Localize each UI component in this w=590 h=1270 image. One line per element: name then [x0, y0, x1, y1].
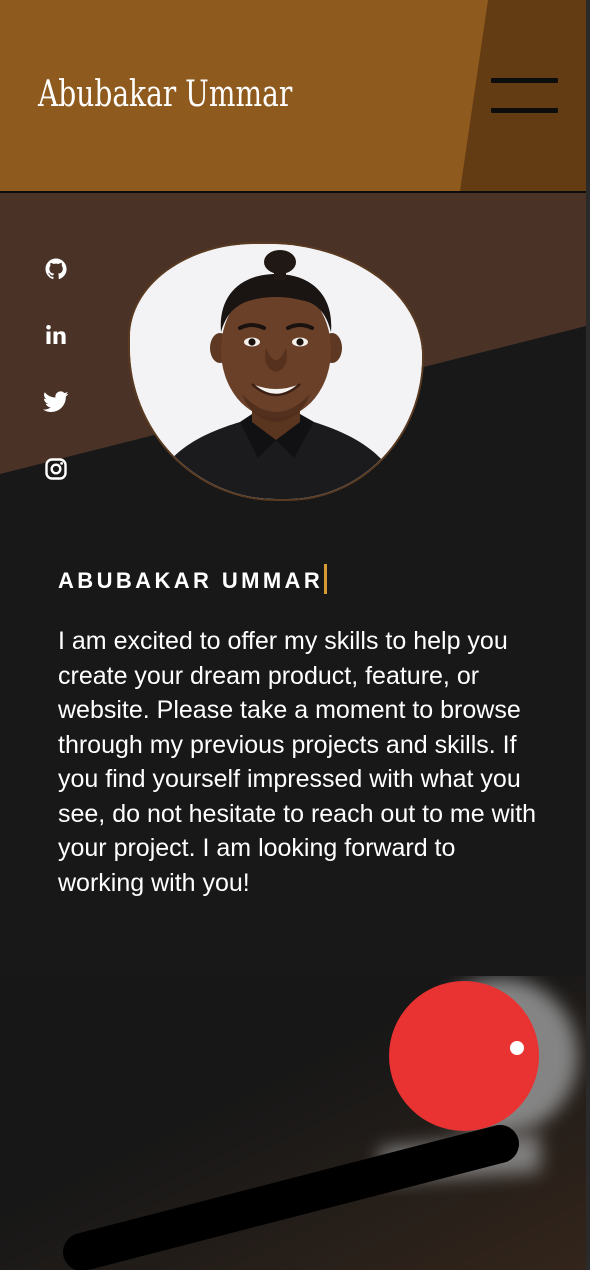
- typing-cursor: [324, 564, 328, 594]
- decorative-scene: [0, 976, 590, 1270]
- profile-name-text: ABUBAKAR UMMAR: [58, 568, 324, 593]
- hamburger-menu-icon[interactable]: [491, 78, 559, 118]
- github-icon[interactable]: [43, 256, 69, 282]
- twitter-icon[interactable]: [43, 389, 69, 415]
- instagram-icon[interactable]: [43, 456, 69, 482]
- menu-bar: [491, 108, 558, 113]
- menu-bar: [491, 78, 558, 83]
- site-header: Abubakar Ummar: [0, 0, 590, 193]
- page: Abubakar Ummar ABUBAKAR UMMAR I am excit…: [0, 0, 590, 1270]
- ramp-shape: [63, 1125, 519, 1270]
- red-ball: [389, 981, 539, 1131]
- ball-highlight: [510, 1041, 524, 1055]
- profile-name-heading: ABUBAKAR UMMAR: [58, 564, 328, 594]
- linkedin-icon[interactable]: [43, 322, 69, 348]
- right-edge-border: [586, 0, 590, 1270]
- profile-bio: I am excited to offer my skills to help …: [58, 627, 537, 897]
- site-title[interactable]: Abubakar Ummar: [38, 74, 292, 115]
